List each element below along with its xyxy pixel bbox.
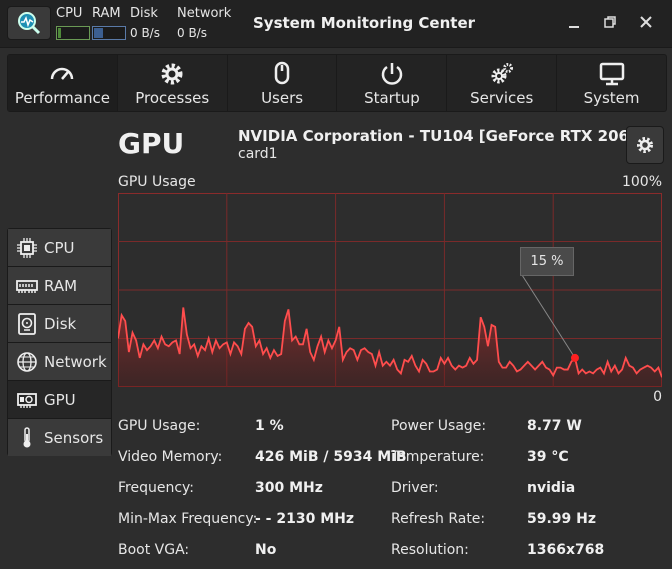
detail-label-boot-vga: Boot VGA:: [118, 542, 190, 558]
magnifier-icon: [18, 12, 41, 35]
detail-value-video-memory: 426 MiB / 5934 MiB: [255, 449, 407, 465]
tab-label: System: [583, 89, 640, 107]
detail-label-refresh-rate: Refresh Rate:: [391, 511, 486, 527]
title-bar: CPU RAM Disk Network 0 B/s 0 B/s System …: [0, 0, 672, 48]
cpu-icon: [17, 237, 37, 258]
monitor-icon: [599, 62, 624, 86]
gear-icon: [161, 63, 183, 85]
mini-ram-label: RAM: [92, 6, 121, 21]
detail-value-min-max-frequency: - - 2130 MHz: [255, 511, 355, 527]
detail-value-gpu-usage: 1 %: [255, 418, 284, 434]
sidebar-item-label: RAM: [44, 276, 78, 295]
close-button[interactable]: [634, 10, 658, 34]
sidebar-item-label: Sensors: [44, 428, 104, 447]
detail-label-temperature: Temperature:: [391, 449, 485, 465]
detail-value-frequency: 300 MHz: [255, 480, 323, 496]
mini-cpu-label: CPU: [56, 6, 83, 21]
detail-value-resolution: 1366x768: [527, 542, 605, 558]
mini-cpu-bar: [56, 26, 90, 40]
gears-icon: [491, 63, 513, 84]
mini-ram-bar: [92, 26, 126, 40]
detail-value-refresh-rate: 59.99 Hz: [527, 511, 597, 527]
mouse-icon: [274, 61, 290, 85]
graph-max-label: 100%: [621, 174, 662, 190]
mini-network-label: Network: [177, 6, 232, 21]
detail-label-frequency: Frequency:: [118, 480, 195, 496]
graph-label: GPU Usage: [118, 174, 196, 190]
settings-button[interactable]: [626, 126, 664, 164]
gpu-device-name: NVIDIA Corporation - TU104 [GeForce RTX …: [238, 127, 647, 145]
minimize-icon: [569, 26, 579, 28]
mini-disk-label: Disk: [130, 6, 158, 21]
restore-icon: [604, 16, 616, 28]
device-sidebar: CPU RAM Disk Network GPU Sensors: [7, 228, 112, 456]
sidebar-item-ram[interactable]: RAM: [8, 267, 111, 305]
detail-value-temperature: 39 °C: [527, 449, 569, 465]
tab-processes[interactable]: Processes: [118, 55, 228, 111]
mini-network-value: 0 B/s: [177, 26, 207, 40]
power-icon: [381, 63, 403, 85]
tab-label: Startup: [364, 89, 420, 107]
tab-performance[interactable]: Performance: [8, 55, 118, 111]
minimize-button[interactable]: [562, 10, 586, 34]
graph-tooltip: 15 %: [520, 247, 574, 276]
detail-label-driver: Driver:: [391, 480, 439, 496]
gauge-icon: [51, 67, 74, 80]
main-tab-bar: Performance Processes Users Startup Serv…: [7, 54, 667, 112]
detail-label-gpu-usage: GPU Usage:: [118, 418, 201, 434]
sidebar-item-label: Disk: [44, 314, 77, 333]
sidebar-item-disk[interactable]: Disk: [8, 305, 111, 343]
tab-services[interactable]: Services: [447, 55, 558, 111]
maximize-button[interactable]: [598, 10, 622, 34]
sidebar-item-sensors[interactable]: Sensors: [8, 419, 111, 456]
detail-value-driver: nvidia: [527, 480, 576, 496]
sidebar-item-cpu[interactable]: CPU: [8, 229, 111, 267]
tab-label: Users: [261, 89, 304, 107]
gpu-card-id: card1: [238, 146, 278, 162]
detail-label-min-max-frequency: Min-Max Frequency:: [118, 511, 258, 527]
sidebar-item-network[interactable]: Network: [8, 343, 111, 381]
gear-icon: [637, 137, 653, 153]
sidebar-item-label: Network: [44, 352, 107, 371]
graph-min-label: 0: [653, 389, 662, 405]
sidebar-item-label: GPU: [44, 390, 76, 409]
detail-label-resolution: Resolution:: [391, 542, 469, 558]
tab-label: Performance: [14, 89, 110, 107]
gpu-icon: [17, 392, 37, 408]
detail-label-video-memory: Video Memory:: [118, 449, 223, 465]
app-icon: [7, 6, 51, 40]
detail-value-boot-vga: No: [255, 542, 277, 558]
close-icon: [640, 16, 652, 28]
ram-icon: [16, 279, 38, 293]
sidebar-item-gpu[interactable]: GPU: [8, 381, 111, 419]
thermometer-icon: [23, 426, 31, 447]
mini-disk-value: 0 B/s: [130, 26, 160, 40]
disk-icon: [18, 312, 36, 335]
sidebar-item-label: CPU: [44, 238, 75, 257]
window-title: System Monitoring Center: [253, 14, 476, 32]
tab-startup[interactable]: Startup: [337, 55, 448, 111]
tab-label: Processes: [135, 89, 210, 107]
tab-users[interactable]: Users: [228, 55, 338, 111]
page-title: GPU: [118, 127, 185, 160]
hover-point: [570, 353, 579, 362]
detail-label-power-usage: Power Usage:: [391, 418, 487, 434]
detail-value-power-usage: 8.77 W: [527, 418, 582, 434]
tab-system[interactable]: System: [557, 55, 666, 111]
network-icon: [17, 351, 37, 372]
tab-label: Services: [470, 89, 534, 107]
gpu-usage-graph: [118, 193, 662, 387]
